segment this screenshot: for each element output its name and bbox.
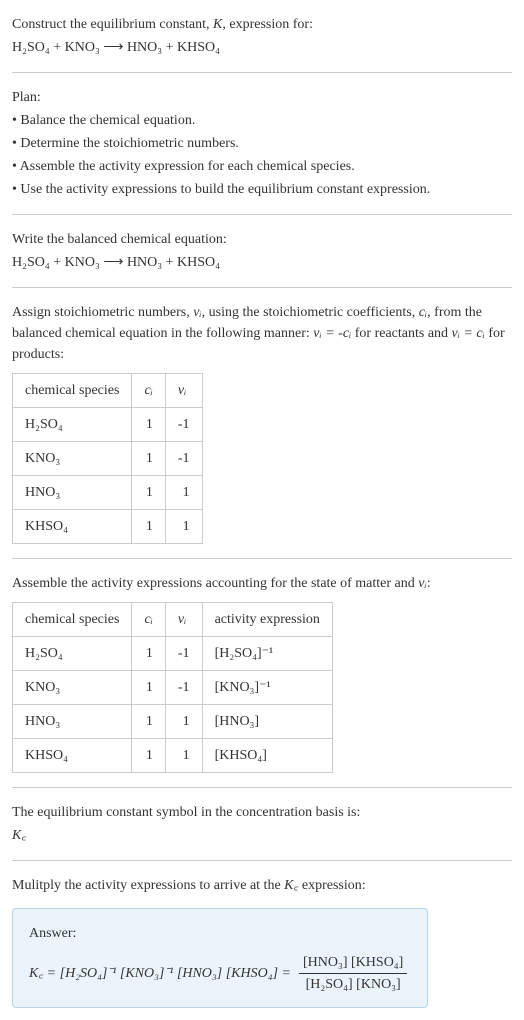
cell-ci: 1 bbox=[132, 510, 165, 544]
symbol-line: The equilibrium constant symbol in the c… bbox=[12, 802, 512, 823]
table-row: KHSO₄11[KHSO₄] bbox=[13, 739, 333, 773]
title-post: , expression for: bbox=[222, 17, 313, 32]
table-row: HNO₃11 bbox=[13, 476, 203, 510]
cell-species: H₂SO₄ bbox=[13, 408, 132, 442]
divider bbox=[12, 787, 512, 788]
cell-ci: 1 bbox=[132, 671, 165, 705]
answer-equation: K꜀ = [H₂SO₄]⁻¹ [KNO₃]⁻¹ [HNO₃] [KHSO₄] =… bbox=[29, 952, 411, 995]
cell-nui: -1 bbox=[165, 637, 202, 671]
multiply-kc: K꜀ bbox=[284, 878, 298, 893]
cell-nui: -1 bbox=[165, 671, 202, 705]
balanced-section: Write the balanced chemical equation: H₂… bbox=[12, 229, 512, 273]
assemble-text: Assemble the activity expressions accoun… bbox=[12, 573, 512, 594]
plan-section: Plan: • Balance the chemical equation. •… bbox=[12, 87, 512, 200]
table-row: KHSO₄11 bbox=[13, 510, 203, 544]
assign-rel1: νᵢ = -cᵢ bbox=[313, 326, 351, 341]
table-row: H₂SO₄1-1 bbox=[13, 408, 203, 442]
activity-table: chemical species cᵢ νᵢ activity expressi… bbox=[12, 602, 333, 773]
answer-fraction: [HNO₃] [KHSO₄] [H₂SO₄] [KNO₃] bbox=[299, 952, 407, 995]
table-row: H₂SO₄1-1[H₂SO₄]⁻¹ bbox=[13, 637, 333, 671]
cell-activity: [H₂SO₄]⁻¹ bbox=[202, 637, 332, 671]
symbol-kc: K꜀ bbox=[12, 825, 512, 846]
assign-t-d: for reactants and bbox=[351, 326, 451, 341]
cell-species: KNO₃ bbox=[13, 442, 132, 476]
cell-nui: 1 bbox=[165, 705, 202, 739]
assign-nu: νᵢ bbox=[193, 305, 201, 320]
balanced-heading: Write the balanced chemical equation: bbox=[12, 229, 512, 250]
cell-nui: 1 bbox=[165, 510, 202, 544]
answer-label: Answer: bbox=[29, 923, 411, 944]
th-activity: activity expression bbox=[202, 603, 332, 637]
cell-nui: -1 bbox=[165, 408, 202, 442]
assign-t-a: Assign stoichiometric numbers, bbox=[12, 305, 193, 320]
cell-ci: 1 bbox=[132, 637, 165, 671]
table-header-row: chemical species cᵢ νᵢ activity expressi… bbox=[13, 603, 333, 637]
assign-ci: cᵢ bbox=[419, 305, 427, 320]
assign-rel2: νᵢ = cᵢ bbox=[452, 326, 485, 341]
assemble-nu: νᵢ bbox=[418, 576, 426, 591]
th-nui: νᵢ bbox=[165, 374, 202, 408]
cell-species: HNO₃ bbox=[13, 476, 132, 510]
table-header-row: chemical species cᵢ νᵢ bbox=[13, 374, 203, 408]
multiply-text: Mulitply the activity expressions to arr… bbox=[12, 875, 512, 896]
frac-denominator: [H₂SO₄] [KNO₃] bbox=[299, 974, 407, 995]
title-equation: H₂SO₄ + KNO₃ ⟶ HNO₃ + KHSO₄ bbox=[12, 37, 512, 58]
cell-activity: [KHSO₄] bbox=[202, 739, 332, 773]
cell-species: KHSO₄ bbox=[13, 510, 132, 544]
plan-item: • Use the activity expressions to build … bbox=[12, 179, 512, 200]
th-ci: cᵢ bbox=[132, 603, 165, 637]
title-K: K bbox=[213, 17, 222, 32]
table-row: HNO₃11[HNO₃] bbox=[13, 705, 333, 739]
cell-species: HNO₃ bbox=[13, 705, 132, 739]
assemble-t-b: : bbox=[427, 576, 431, 591]
cell-nui: 1 bbox=[165, 739, 202, 773]
title-line: Construct the equilibrium constant, K, e… bbox=[12, 14, 512, 35]
frac-numerator: [HNO₃] [KHSO₄] bbox=[299, 952, 407, 973]
th-ci: cᵢ bbox=[132, 374, 165, 408]
title-section: Construct the equilibrium constant, K, e… bbox=[12, 14, 512, 58]
cell-ci: 1 bbox=[132, 408, 165, 442]
symbol-section: The equilibrium constant symbol in the c… bbox=[12, 802, 512, 846]
assign-t-b: , using the stoichiometric coefficients, bbox=[202, 305, 419, 320]
multiply-t-b: expression: bbox=[298, 878, 365, 893]
assemble-t-a: Assemble the activity expressions accoun… bbox=[12, 576, 418, 591]
cell-species: KNO₃ bbox=[13, 671, 132, 705]
cell-ci: 1 bbox=[132, 476, 165, 510]
cell-nui: -1 bbox=[165, 442, 202, 476]
balanced-equation: H₂SO₄ + KNO₃ ⟶ HNO₃ + KHSO₄ bbox=[12, 252, 512, 273]
divider bbox=[12, 214, 512, 215]
plan-item: • Assemble the activity expression for e… bbox=[12, 156, 512, 177]
cell-ci: 1 bbox=[132, 705, 165, 739]
cell-activity: [HNO₃] bbox=[202, 705, 332, 739]
th-species: chemical species bbox=[13, 603, 132, 637]
table-row: KNO₃1-1[KNO₃]⁻¹ bbox=[13, 671, 333, 705]
th-nui: νᵢ bbox=[165, 603, 202, 637]
cell-species: KHSO₄ bbox=[13, 739, 132, 773]
cell-nui: 1 bbox=[165, 476, 202, 510]
divider bbox=[12, 558, 512, 559]
plan-item: • Determine the stoichiometric numbers. bbox=[12, 133, 512, 154]
cell-activity: [KNO₃]⁻¹ bbox=[202, 671, 332, 705]
answer-lhs: K꜀ = [H₂SO₄]⁻¹ [KNO₃]⁻¹ [HNO₃] [KHSO₄] = bbox=[29, 963, 291, 984]
answer-box: Answer: K꜀ = [H₂SO₄]⁻¹ [KNO₃]⁻¹ [HNO₃] [… bbox=[12, 908, 428, 1008]
stoich-table: chemical species cᵢ νᵢ H₂SO₄1-1 KNO₃1-1 … bbox=[12, 373, 203, 544]
cell-species: H₂SO₄ bbox=[13, 637, 132, 671]
th-species: chemical species bbox=[13, 374, 132, 408]
assign-text: Assign stoichiometric numbers, νᵢ, using… bbox=[12, 302, 512, 365]
divider bbox=[12, 72, 512, 73]
title-pre: Construct the equilibrium constant, bbox=[12, 17, 213, 32]
assign-section: Assign stoichiometric numbers, νᵢ, using… bbox=[12, 302, 512, 544]
multiply-t-a: Mulitply the activity expressions to arr… bbox=[12, 878, 284, 893]
assemble-section: Assemble the activity expressions accoun… bbox=[12, 573, 512, 773]
cell-ci: 1 bbox=[132, 739, 165, 773]
cell-ci: 1 bbox=[132, 442, 165, 476]
multiply-section: Mulitply the activity expressions to arr… bbox=[12, 875, 512, 1008]
plan-heading: Plan: bbox=[12, 87, 512, 108]
divider bbox=[12, 860, 512, 861]
table-row: KNO₃1-1 bbox=[13, 442, 203, 476]
plan-item: • Balance the chemical equation. bbox=[12, 110, 512, 131]
divider bbox=[12, 287, 512, 288]
